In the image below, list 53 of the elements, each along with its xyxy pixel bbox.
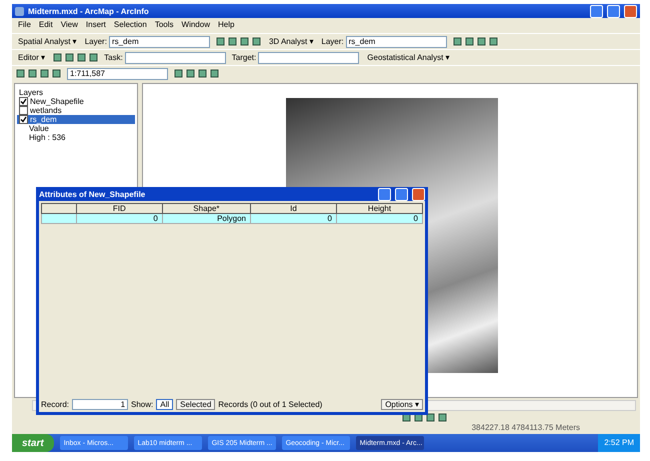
close-button[interactable] [624, 4, 637, 18]
records-count: Records (0 out of 1 Selected) [218, 400, 322, 409]
clock: 2:52 PM [598, 434, 640, 452]
window-title: Midterm.mxd - ArcMap - ArcInfo [28, 6, 150, 16]
dropdown-field[interactable] [124, 52, 226, 64]
checkbox[interactable] [19, 97, 28, 106]
field-label: Layer: [84, 37, 107, 46]
menu-item[interactable]: Help [218, 20, 234, 31]
menu-item[interactable]: Window [182, 20, 210, 31]
app-icon [15, 6, 24, 16]
toolbar-menu[interactable]: 3D Analyst ▾ [266, 37, 316, 46]
minimize-button[interactable] [378, 188, 391, 200]
all-button[interactable]: All [156, 399, 174, 410]
minimize-button[interactable] [590, 4, 603, 18]
start-button[interactable]: start [12, 434, 54, 452]
options-button[interactable]: Options ▾ [381, 399, 423, 410]
dropdown-field[interactable] [258, 52, 360, 64]
menu-item[interactable]: Tools [154, 20, 174, 31]
close-button[interactable] [412, 188, 425, 200]
menu-item[interactable]: Edit [38, 20, 53, 31]
column-header[interactable]: Height [336, 204, 422, 214]
toolbar-menu[interactable]: Geostatistical Analyst ▾ [365, 53, 452, 62]
dropdown-field[interactable]: rs_dem [108, 36, 210, 48]
coordinates: 384227.18 4784113.75 Meters [472, 423, 580, 434]
maximize-button[interactable] [607, 4, 620, 18]
toolbar-menu[interactable]: Editor ▾ [16, 53, 48, 62]
field-label: Task: [104, 53, 123, 62]
layer-item[interactable]: High : 536 [27, 133, 135, 142]
record-label: Record: [41, 400, 70, 409]
selected-button[interactable]: Selected [176, 399, 216, 410]
window-title: Attributes of New_Shapefile [39, 190, 146, 198]
layer-item[interactable]: wetlands [17, 106, 135, 115]
menu-item[interactable]: View [60, 20, 78, 31]
checkbox[interactable] [19, 115, 28, 124]
menu-item[interactable]: Insert [86, 20, 106, 31]
layer-item[interactable]: New_Shapefile [17, 97, 135, 106]
column-header[interactable]: Id [250, 204, 336, 214]
menu-item[interactable]: File [18, 20, 31, 31]
column-header[interactable]: FID [76, 204, 162, 214]
dropdown-field[interactable]: rs_dem [346, 36, 447, 48]
menu-item[interactable]: Selection [114, 20, 147, 31]
record-field[interactable]: 1 [72, 399, 128, 410]
field-label: Target: [232, 53, 256, 62]
field-label: Layer: [321, 37, 344, 46]
maximize-button[interactable] [395, 188, 408, 200]
checkbox[interactable] [19, 106, 28, 115]
layer-item[interactable]: Value [27, 124, 135, 133]
show-label: Show: [131, 400, 154, 409]
column-header[interactable]: Shape* [162, 204, 250, 214]
layer-item[interactable]: rs_dem [17, 115, 135, 124]
dropdown-field[interactable]: 1:711,587 [67, 68, 168, 80]
layer-item[interactable]: Layers [17, 88, 135, 97]
toolbar-menu[interactable]: Spatial Analyst ▾ [16, 37, 79, 46]
